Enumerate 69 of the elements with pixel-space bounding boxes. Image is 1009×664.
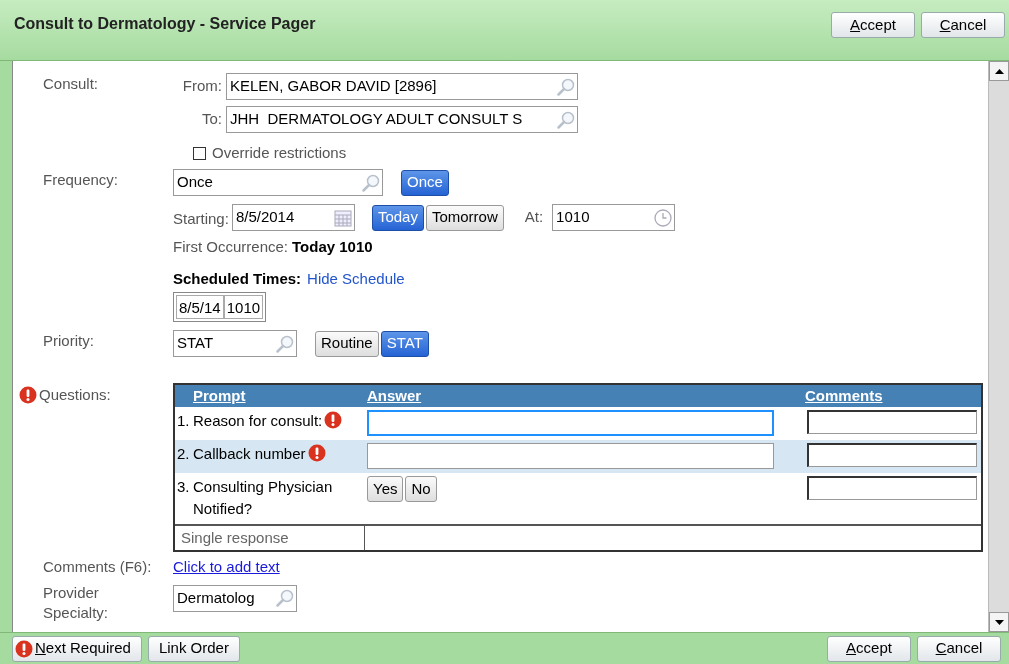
- toggle-button[interactable]: Once: [401, 169, 449, 196]
- date-field[interactable]: 8/5/2014: [231, 204, 355, 231]
- field-label: Starting:: [173, 209, 229, 230]
- field-label: Comments (F6):: [43, 557, 153, 577]
- hide-schedule-link[interactable]: Hide Schedule: [307, 267, 405, 290]
- question-prompt: Callback number: [193, 445, 306, 462]
- add-text-link[interactable]: Click to add text: [173, 556, 280, 579]
- field-label: Consult:: [43, 74, 100, 94]
- dialog-button[interactable]: Cancel: [921, 12, 1005, 38]
- down-arrow-icon: [994, 619, 1004, 625]
- question-number: 1.: [177, 411, 191, 431]
- up-arrow-icon: [994, 68, 1004, 74]
- section-label: Scheduled Times:: [173, 268, 302, 289]
- toggle-button[interactable]: Today: [371, 204, 424, 231]
- response-type: Single response: [175, 526, 365, 550]
- comment-field[interactable]: [807, 410, 977, 434]
- link-order-button[interactable]: Link Order: [147, 635, 240, 662]
- question-prompt: Consulting Physician Notified?: [193, 478, 333, 517]
- scroll-down-button[interactable]: [989, 612, 1009, 632]
- column-header[interactable]: Prompt: [193, 386, 246, 404]
- field-label: Priority:: [43, 331, 95, 351]
- toggle-button[interactable]: STAT: [380, 330, 429, 357]
- answer-field[interactable]: [367, 443, 774, 469]
- question-row[interactable]: 2. Callback number: [175, 440, 981, 473]
- dialog-button[interactable]: Accept: [827, 635, 911, 662]
- search-field[interactable]: Once: [173, 169, 383, 196]
- error-icon: [15, 639, 33, 658]
- search-icon[interactable]: [275, 333, 295, 354]
- field-label: Questions:: [39, 385, 111, 405]
- comment-field[interactable]: [807, 443, 977, 467]
- schedule-time: 1010: [223, 295, 264, 319]
- question-number: 2.: [177, 444, 191, 464]
- search-icon[interactable]: [275, 588, 295, 608]
- calendar-icon[interactable]: [332, 207, 353, 228]
- question-number: 3.: [177, 477, 191, 497]
- answer-button[interactable]: Yes: [367, 476, 404, 502]
- field-label: From:: [182, 76, 222, 97]
- dialog-button[interactable]: Cancel: [917, 635, 1001, 662]
- checkbox[interactable]: [193, 146, 206, 160]
- toggle-button[interactable]: Routine: [315, 330, 379, 357]
- next-required-button[interactable]: Next Required: [12, 635, 142, 662]
- column-header[interactable]: Answer: [367, 386, 422, 404]
- window-title: Consult to Dermatology - Service Pager: [14, 14, 316, 34]
- search-field[interactable]: Dermatolog: [173, 584, 297, 612]
- field-value: Today 1010: [292, 237, 373, 257]
- toggle-button[interactable]: Tomorrow: [425, 204, 504, 231]
- scroll-up-button[interactable]: [989, 61, 1009, 81]
- answer-field[interactable]: [367, 410, 774, 436]
- field-label: At:: [524, 207, 544, 228]
- answer-button[interactable]: No: [405, 476, 437, 502]
- search-field[interactable]: JHH DERMATOLOGY ADULT CONSULT S: [226, 106, 578, 133]
- clock-icon[interactable]: [653, 207, 674, 228]
- search-field[interactable]: STAT: [173, 330, 297, 357]
- time-field[interactable]: 1010: [552, 204, 676, 231]
- search-field[interactable]: KELEN, GABOR DAVID [2896]: [226, 73, 578, 100]
- field-label: First Occurrence:: [173, 237, 289, 257]
- column-header[interactable]: Comments: [805, 386, 883, 404]
- question-prompt: Reason for consult:: [193, 412, 323, 429]
- field-label: Override restrictions: [212, 142, 347, 163]
- search-icon[interactable]: [556, 109, 576, 130]
- field-label: Provider Specialty:: [43, 582, 110, 623]
- comment-field[interactable]: [807, 476, 977, 500]
- dialog-button[interactable]: Accept: [831, 12, 915, 38]
- field-label: To:: [202, 109, 222, 130]
- schedule-date: 8/5/14: [176, 295, 224, 319]
- scrollbar[interactable]: [988, 61, 1009, 632]
- field-label: Frequency:: [43, 170, 120, 190]
- search-icon[interactable]: [361, 172, 381, 193]
- search-icon[interactable]: [556, 76, 576, 97]
